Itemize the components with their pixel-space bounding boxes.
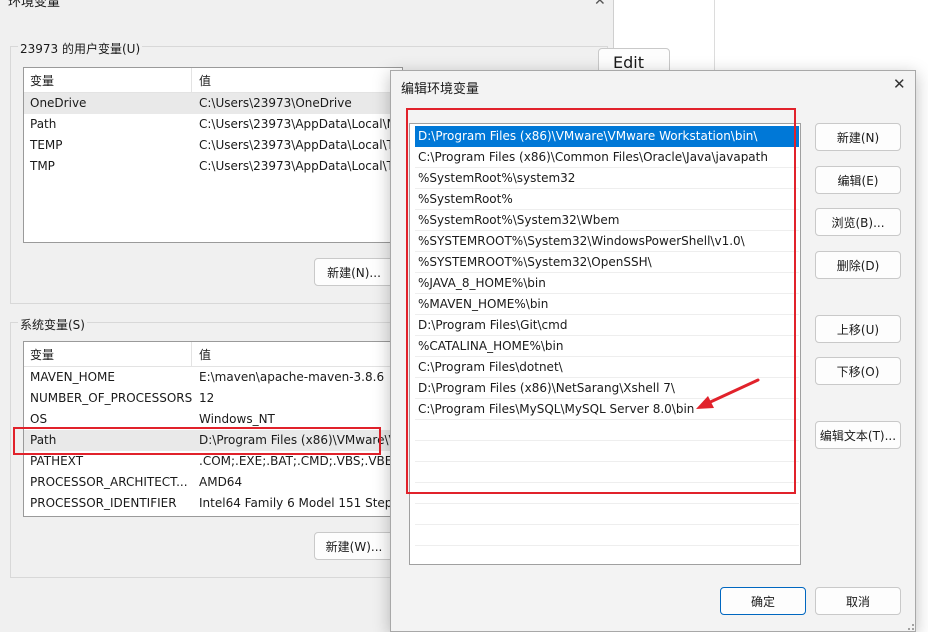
column-divider[interactable] (191, 342, 192, 366)
table-row[interactable]: NUMBER_OF_PROCESSORS 12 (24, 388, 402, 409)
variable-value: Intel64 Family 6 Model 151 Stepp (199, 496, 401, 510)
system-new-button[interactable]: 新建(W)... (314, 532, 394, 560)
variable-name: OneDrive (30, 96, 87, 110)
window-divider (714, 0, 715, 70)
system-variables-label: 系统变量(S) (18, 316, 87, 333)
variable-name: NUMBER_OF_PROCESSORS (30, 391, 193, 405)
table-row[interactable]: TEMP C:\Users\23973\AppData\Local\T (24, 135, 402, 156)
move-down-button[interactable]: 下移(O) (815, 357, 901, 385)
annotation-highlight-path-row (13, 427, 381, 455)
variable-name: TMP (30, 159, 55, 173)
edit-text-button[interactable]: 编辑文本(T)... (815, 421, 901, 449)
variable-value: 12 (199, 391, 215, 405)
column-header-variable[interactable]: 变量 (30, 72, 54, 89)
user-variables-label: 23973 的用户变量(U) (18, 40, 143, 57)
window-title: 环境变量 (8, 0, 61, 10)
variable-name: PATHEXT (30, 454, 84, 468)
variable-name: MAVEN_HOME (30, 370, 115, 384)
edit-button[interactable]: 编辑(E) (815, 166, 901, 194)
list-header: 变量 值 (24, 342, 402, 367)
list-header: 变量 值 (24, 68, 402, 93)
variable-value: C:\Users\23973\AppData\Local\T (199, 159, 394, 173)
table-row[interactable]: MAVEN_HOME E:\maven\apache-maven-3.8.6 (24, 367, 402, 388)
empty-list-item[interactable] (415, 504, 799, 525)
variable-value: C:\Users\23973\OneDrive (199, 96, 352, 110)
close-icon[interactable]: ✕ (594, 0, 606, 9)
cancel-button[interactable]: 取消 (815, 587, 901, 615)
table-row[interactable]: Path C:\Users\23973\AppData\Local\M (24, 114, 402, 135)
annotation-highlight-path-list (406, 108, 796, 494)
variable-value: .COM;.EXE;.BAT;.CMD;.VBS;.VBE;. (199, 454, 401, 468)
move-up-button[interactable]: 上移(U) (815, 315, 901, 343)
variable-value: E:\maven\apache-maven-3.8.6 (199, 370, 385, 384)
column-header-variable[interactable]: 变量 (30, 346, 54, 363)
column-header-value[interactable]: 值 (199, 346, 211, 363)
variable-name: PROCESSOR_ARCHITECT... (30, 475, 188, 489)
column-header-value[interactable]: 值 (199, 72, 211, 89)
resize-grip-icon[interactable] (903, 619, 915, 631)
variable-value: C:\Users\23973\AppData\Local\T (199, 138, 394, 152)
close-icon[interactable]: ✕ (893, 75, 906, 93)
delete-button[interactable]: 删除(D) (815, 251, 901, 279)
empty-list-item[interactable] (415, 525, 799, 546)
table-row[interactable]: PROCESSOR_ARCHITECT... AMD64 (24, 472, 402, 493)
column-divider[interactable] (191, 68, 192, 92)
variable-name: PROCESSOR_IDENTIFIER (30, 496, 177, 510)
table-row[interactable]: TMP C:\Users\23973\AppData\Local\T (24, 156, 402, 177)
variable-value: Windows_NT (199, 412, 275, 426)
variable-value: AMD64 (199, 475, 243, 489)
user-variables-list[interactable]: 变量 值 OneDrive C:\Users\23973\OneDrive Pa… (23, 67, 403, 243)
variable-value: C:\Users\23973\AppData\Local\M (199, 117, 397, 131)
ok-button[interactable]: 确定 (720, 587, 806, 615)
variable-name: OS (30, 412, 48, 426)
table-row[interactable]: OneDrive C:\Users\23973\OneDrive (24, 93, 402, 114)
variable-name: TEMP (30, 138, 63, 152)
table-row[interactable]: PROCESSOR_IDENTIFIER Intel64 Family 6 Mo… (24, 493, 402, 514)
user-new-button[interactable]: 新建(N)... (314, 258, 394, 286)
variable-name: Path (30, 117, 57, 131)
annotation-arrow-icon (696, 378, 760, 409)
new-button[interactable]: 新建(N) (815, 123, 901, 151)
browse-button[interactable]: 浏览(B)... (815, 208, 901, 236)
dialog-title: 编辑环境变量 (401, 82, 480, 97)
